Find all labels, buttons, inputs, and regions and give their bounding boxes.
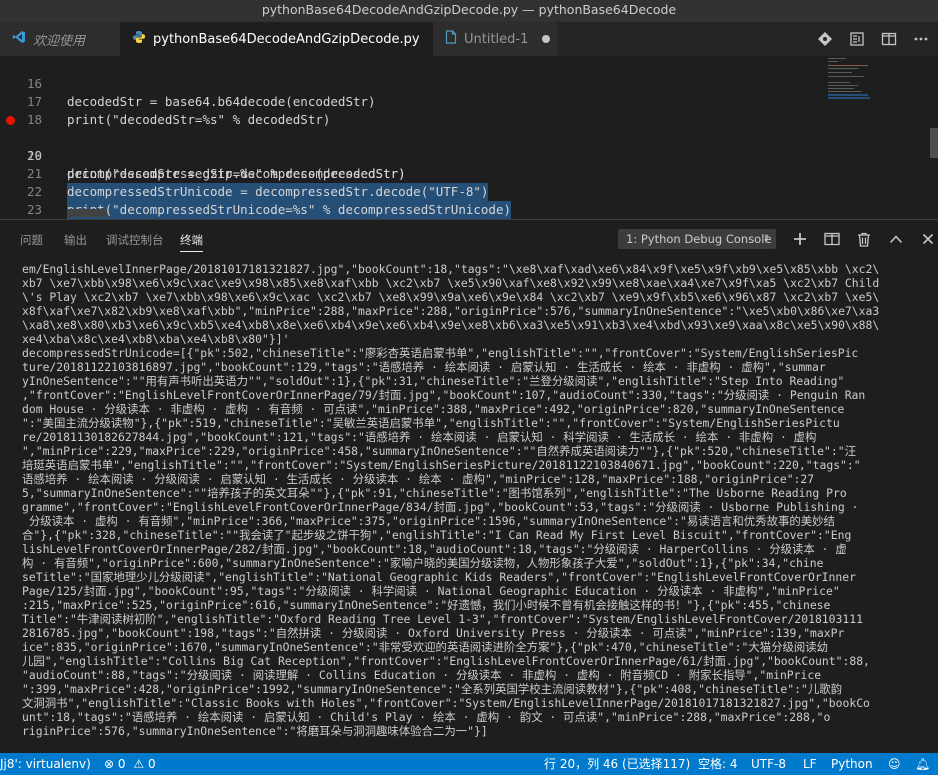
terminal-line: em/EnglishLevelInnerPage/201810171813218… xyxy=(22,262,880,276)
terminal-select-value: 1: Python Debug Console xyxy=(626,232,772,246)
terminal-line: Title":"牛津阅读树初阶","englishTitle":"Oxford … xyxy=(22,612,863,626)
code-line: 24 xyxy=(0,201,826,219)
warning-icon: ⚠ xyxy=(133,757,145,771)
terminal-line: ,"frontCover":"EnglishLevelFrontCoverOrI… xyxy=(22,388,866,402)
terminal-line: re/20181130182627844.jpg","bookCount":12… xyxy=(22,430,817,444)
error-icon: ⊗ xyxy=(104,757,115,771)
python-env[interactable]: Jj8': virtualenv) xyxy=(0,753,91,775)
python-file-icon xyxy=(132,30,146,48)
indentation[interactable]: 空格: 4 xyxy=(698,753,738,775)
tab-welcome[interactable]: 欢迎使用 xyxy=(0,22,120,56)
code-line: 23 xyxy=(0,183,826,217)
terminal-line: x8f\xaf\xe7\x82\xb9\xe8\xaf\xbb","minPri… xyxy=(22,304,880,318)
terminal-line: 构 · 有音频","originPrice":600,"summaryInOne… xyxy=(22,556,824,570)
terminal-select[interactable]: 1: Python Debug Console ⇕ xyxy=(618,229,776,249)
window-title: pythonBase64DecodeAndGzipDecode.py — pyt… xyxy=(0,0,938,22)
error-count: 0 xyxy=(117,757,126,771)
terminal-line: \xa8\xe8\x80\xb3\xe6\x9c\xb5\xe4\xb8\x8e… xyxy=(22,318,880,332)
tab-problems[interactable]: 问题 xyxy=(20,232,43,248)
close-panel-icon[interactable] xyxy=(918,229,938,249)
trash-icon[interactable] xyxy=(854,229,874,249)
breakpoint-icon[interactable] xyxy=(6,116,15,125)
terminal-line: ":"美国主流分级读物"},{"pk":519,"chineseTitle":"… xyxy=(22,416,840,430)
vscode-logo-icon xyxy=(12,30,26,48)
terminal-line: 文洞洞书","englishTitle":"Classic Books with… xyxy=(22,696,870,710)
terminal-line: seTitle":"国家地理少儿分级阅读","englishTitle":"Na… xyxy=(22,570,856,584)
status-bar: Jj8': virtualenv) ⊗ 0 ⚠ 0 行 20，列 46 (已选择… xyxy=(0,753,938,775)
code-line: 16 decodedStr = base64.b64decode(encoded… xyxy=(0,57,826,109)
terminal-line: 儿园","englishTitle":"Collins Big Cat Rece… xyxy=(22,654,870,668)
scrollbar-thumb[interactable] xyxy=(930,128,938,158)
tab-python-file[interactable]: pythonBase64DecodeAndGzipDecode.py ✕ xyxy=(120,22,442,56)
editor-actions xyxy=(816,22,938,56)
tab-python-file-label: pythonBase64DecodeAndGzipDecode.py xyxy=(153,31,420,47)
terminal-line: xb7 \xe7\xbb\x98\xe6\x9c\xac\xe9\x98\x85… xyxy=(22,276,880,290)
open-preview-icon[interactable] xyxy=(848,30,866,48)
feedback-smiley-icon[interactable]: ☺ xyxy=(888,753,901,775)
split-terminal-icon[interactable] xyxy=(822,229,842,249)
code-line: 21 decompressedStrUnicode = decompressed… xyxy=(0,147,826,201)
terminal-line: decompressedStrUnicode=[{"pk":502,"chine… xyxy=(22,346,859,360)
terminal-line: ","minPrice":229,"maxPrice":229,"originP… xyxy=(22,444,856,458)
terminal-line: dom House · 分级读本 · 非虚构 · 虚构 · 有音频 · 可点读"… xyxy=(22,402,845,416)
new-terminal-icon[interactable] xyxy=(790,229,810,249)
encoding[interactable]: UTF-8 xyxy=(751,753,786,775)
tab-terminal[interactable]: 终端 xyxy=(180,232,203,252)
terminal-prompt: ➜ pythonBase64Decode xyxy=(22,736,184,753)
more-actions-icon[interactable] xyxy=(912,30,930,48)
cursor-position[interactable]: 行 20，列 46 (已选择117) xyxy=(544,753,690,775)
horizontal-scrollbar[interactable] xyxy=(67,209,107,217)
terminal-line: "audioCount":88,"tags":"分级阅读 · 阅读理解 · Co… xyxy=(22,668,822,682)
file-icon xyxy=(445,30,457,48)
terminal-line: unt":18,"tags":"语感培养 · 绘本阅读 · 启蒙认知 · Chi… xyxy=(22,710,831,724)
unsaved-dot-icon[interactable] xyxy=(542,35,551,43)
code-editor[interactable]: 16 decodedStr = base64.b64decode(encoded… xyxy=(0,56,938,219)
terminal-line: 合"},{"pk":328,"chineseTitle":""我会读了"起步级之… xyxy=(22,528,852,542)
code-line: 19 decompressedStr = gzip.decompress(dec… xyxy=(0,111,826,181)
terminal-line: Page/125/封面.jpg","bookCount":95,"tags":"… xyxy=(22,584,840,598)
code-line: 22 print("decompressedStrUnicode=%s" % d… xyxy=(0,165,826,219)
code-line: 18 xyxy=(0,93,826,127)
editor-tab-bar: 欢迎使用 pythonBase64DecodeAndGzipDecode.py … xyxy=(0,22,938,56)
tab-debug-console[interactable]: 调试控制台 xyxy=(106,232,164,248)
tab-welcome-label: 欢迎使用 xyxy=(33,33,86,49)
chevron-updown-icon: ⇕ xyxy=(762,234,770,244)
terminal-line: \'s Play \xc2\xb7 \xe7\xbb\x98\xe6\x9c\x… xyxy=(22,290,880,304)
line-ending[interactable]: LF xyxy=(803,753,817,775)
terminal-line: 5,"summaryInOneSentence":""培养孩子的英文耳朵""},… xyxy=(22,486,847,500)
terminal-line: ":399,"maxPrice":428,"originPrice":1992,… xyxy=(22,682,843,696)
minimap[interactable] xyxy=(826,56,930,219)
terminal-line: 语感培养 · 绘本阅读 · 分级阅读 · 启蒙认知 · 生活成长 · 分级读本 … xyxy=(22,472,815,486)
terminal-line: xe4\xba\x8c\xe4\xb8\xba\xe4\xb8\x80"}]' xyxy=(22,332,290,346)
split-editor-icon[interactable] xyxy=(880,30,898,48)
terminal-line: yInOneSentence":""用有声书听出英语力"","soldOut":… xyxy=(22,374,845,388)
terminal-line: :215,"maxPrice":525,"originPrice":616,"s… xyxy=(22,598,831,612)
terminal-line: 培珽英语启蒙书单","englishTitle":"","frontCover"… xyxy=(22,458,861,472)
code-line: 17 print("decodedStr=%s" % decodedStr) xyxy=(0,75,826,127)
terminal-line: 分级读本 · 虚构 · 有音频","minPrice":366,"maxPric… xyxy=(22,514,835,528)
terminal-line: 2816785.jpg","bookCount":198,"tags":"自然拼… xyxy=(22,626,845,640)
problems-indicator[interactable]: ⊗ 0 ⚠ 0 xyxy=(104,753,156,775)
tab-output[interactable]: 输出 xyxy=(64,232,87,248)
language-mode[interactable]: Python xyxy=(831,753,873,775)
tab-untitled[interactable]: Untitled-1 xyxy=(433,22,557,56)
terminal-line: ice":835,"originPrice":1670,"summaryInOn… xyxy=(22,640,829,654)
warning-count: 0 xyxy=(147,757,156,771)
notifications-bell-icon[interactable]: 🔔︎ xyxy=(915,753,930,775)
terminal-line: gramme","frontCover":"EnglishLevelFrontC… xyxy=(22,500,859,514)
terminal-output[interactable]: em/EnglishLevelInnerPage/201810171813218… xyxy=(0,257,938,753)
tab-untitled-label: Untitled-1 xyxy=(464,31,529,47)
chevron-up-icon[interactable] xyxy=(886,229,906,249)
git-compare-icon[interactable] xyxy=(816,30,834,48)
code-line: 20 print("decompressedStr=%s" % decompre… xyxy=(0,129,826,181)
terminal-line: lishLevelFrontCoverOrInnerPage/282/封面.jp… xyxy=(22,542,847,556)
terminal-line: ture/20181122103816897.jpg","bookCount":… xyxy=(22,360,826,374)
panel-header: 问题 输出 调试控制台 终端 1: Python Debug Console ⇕ xyxy=(0,219,938,257)
